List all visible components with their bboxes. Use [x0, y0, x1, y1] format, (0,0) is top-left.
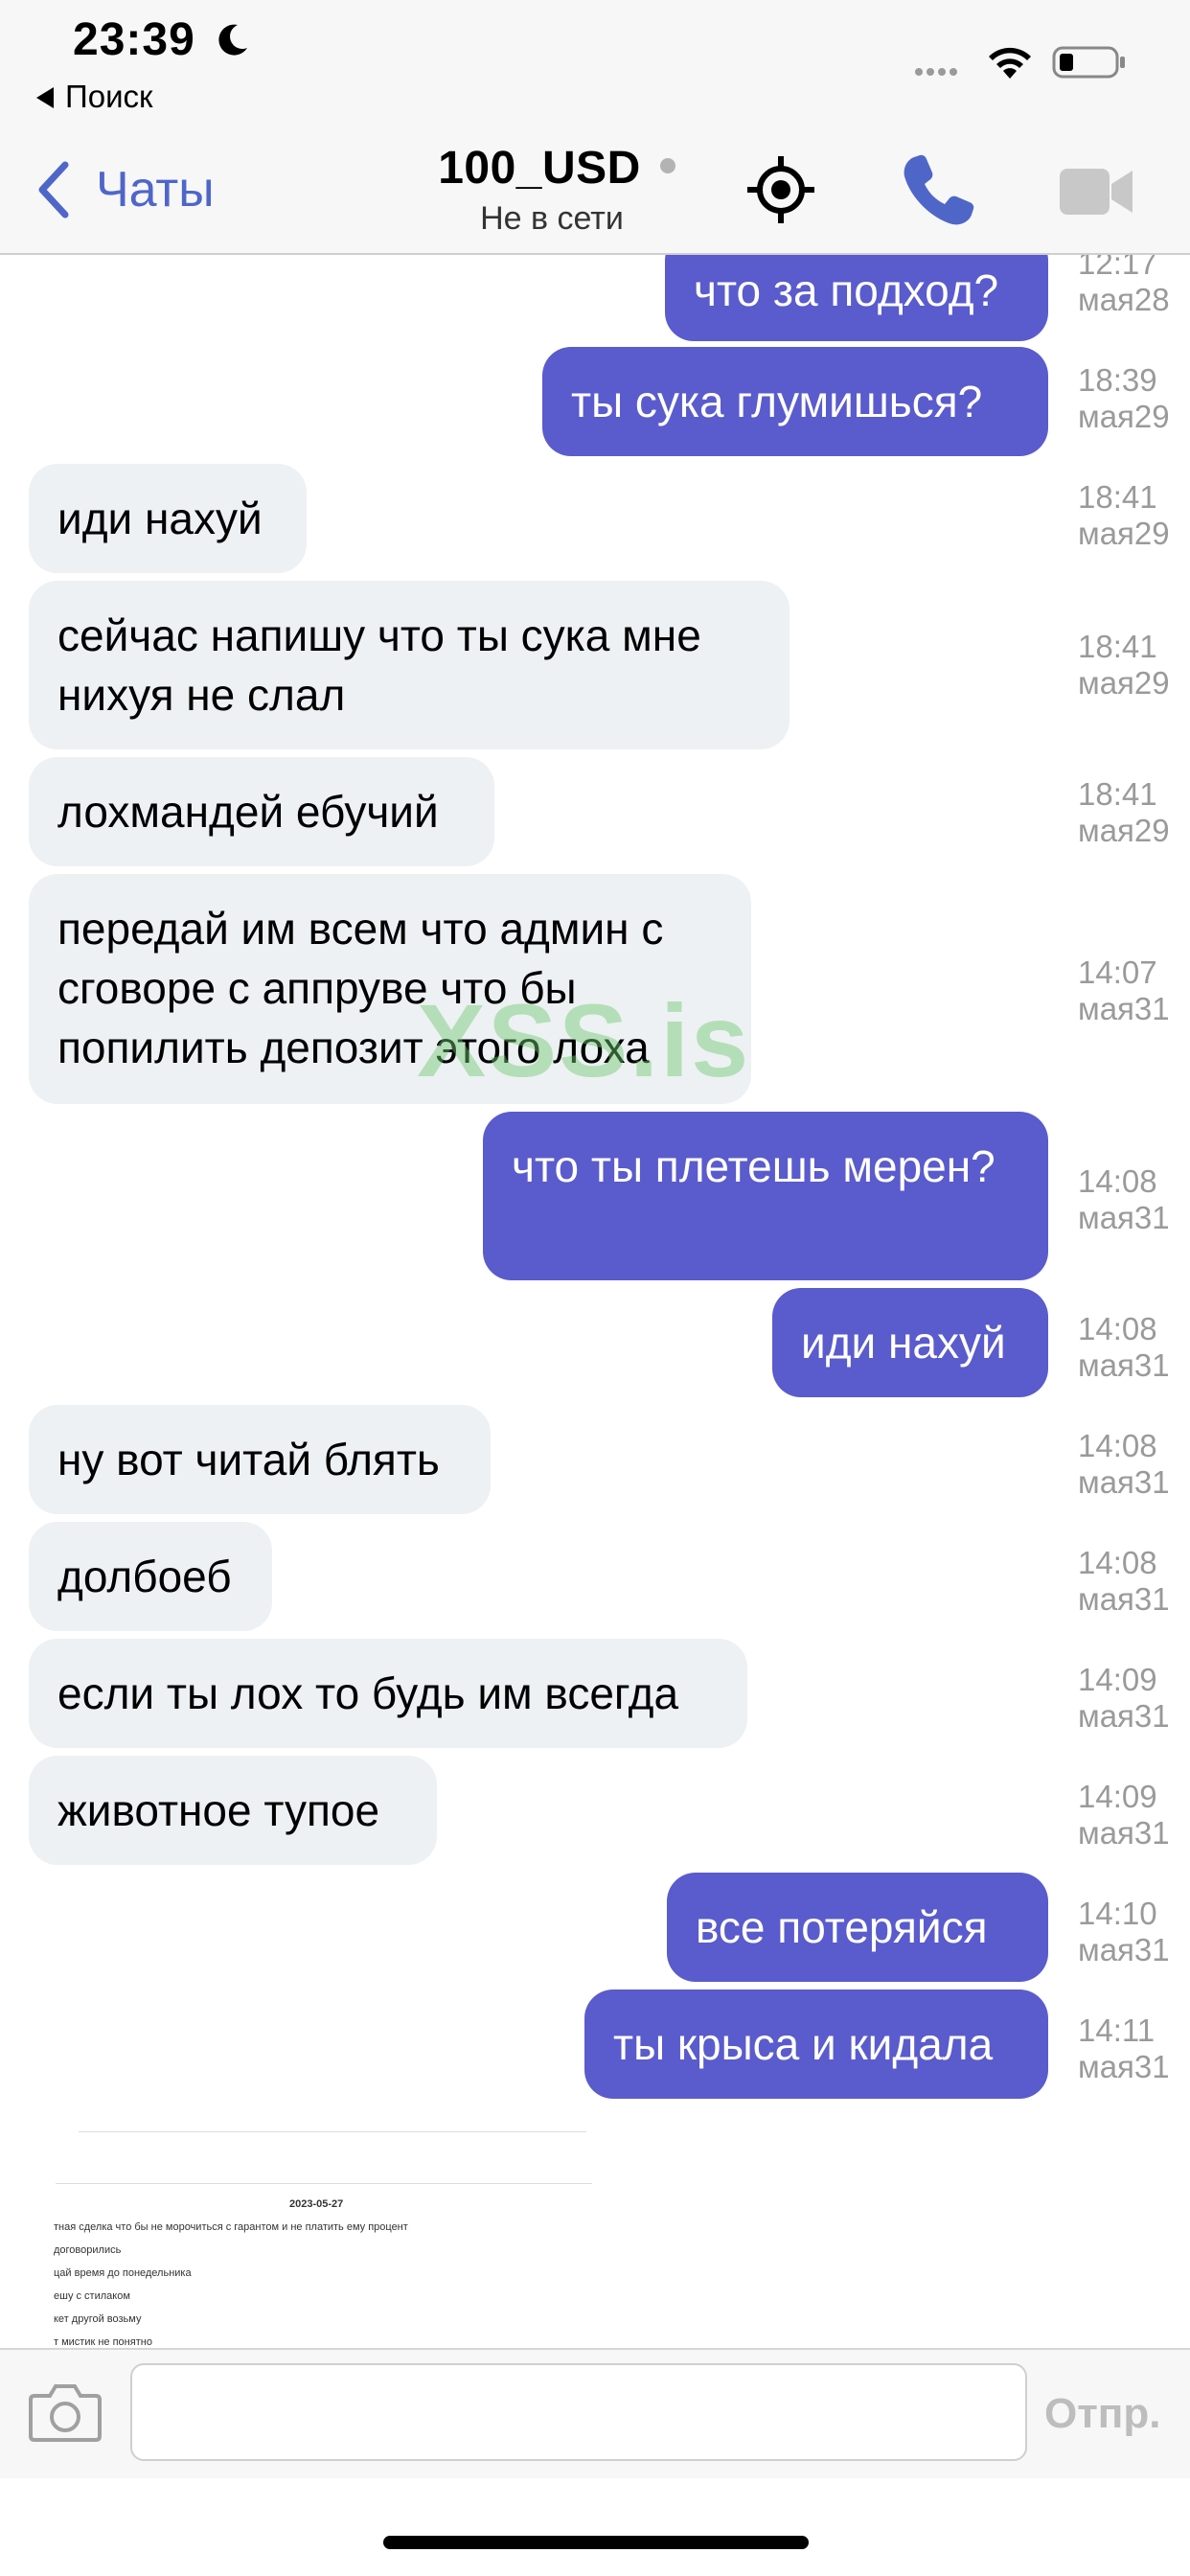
status-time: 23:39 — [73, 14, 195, 65]
message-text: ну вот читай блять — [57, 1435, 440, 1484]
message-timestamp: 14:09 мая31 — [1078, 1662, 1170, 1734]
watermark: XSS.is — [417, 982, 751, 1098]
wifi-icon — [989, 47, 1031, 79]
message-text: что ты плетешь мерен? — [512, 1141, 995, 1191]
document-line: цай время до понедельника — [54, 2267, 192, 2279]
message-text: ты сука глумишься? — [571, 377, 983, 426]
message-composer: Отпр. — [0, 2348, 1190, 2480]
back-to-search-link[interactable]: Поиск — [36, 79, 152, 115]
message-bubble-outgoing[interactable]: иди нахуй — [772, 1288, 1048, 1397]
camera-icon[interactable] — [29, 2380, 102, 2444]
message-timestamp: 18:41 мая29 — [1078, 629, 1170, 701]
signal-dots-icon — [915, 63, 961, 80]
message-bubble-incoming[interactable]: ну вот читай блять — [29, 1405, 491, 1514]
home-indicator[interactable] — [383, 2536, 809, 2549]
back-search-label: Поиск — [65, 79, 153, 114]
message-timestamp: 18:41 мая29 — [1078, 776, 1170, 848]
message-timestamp: 14:11 мая31 — [1078, 2012, 1170, 2084]
message-timestamp: 14:08 мая31 — [1078, 1163, 1170, 1235]
message-bubble-incoming[interactable]: долбоеб — [29, 1522, 272, 1631]
message-text: если ты лох то будь им всегда — [57, 1668, 679, 1718]
message-bubble-outgoing[interactable]: что ты плетешь мерен? — [483, 1112, 1048, 1280]
message-timestamp: 18:41 мая29 — [1078, 479, 1170, 551]
moon-icon — [218, 24, 247, 56]
contact-info[interactable]: 100_USD Не в сети — [0, 142, 1190, 238]
message-timestamp: 14:08 мая31 — [1078, 1545, 1170, 1617]
message-list[interactable]: что за подход? 12:17 мая28 ты сука глумиш… — [0, 255, 1190, 2348]
status-bar: 23:39 Поиск — [0, 0, 1190, 125]
message-bubble-incoming[interactable]: если ты лох то будь им всегда — [29, 1639, 747, 1748]
video-camera-icon[interactable] — [1058, 165, 1134, 218]
contact-name: 100_USD — [438, 143, 641, 194]
message-bubble-incoming[interactable]: лохмандей ебучий — [29, 757, 494, 866]
home-area — [0, 2478, 1190, 2576]
message-input[interactable] — [130, 2363, 1027, 2461]
document-line: т мистик не понятно — [54, 2336, 152, 2348]
message-bubble-outgoing[interactable]: ты сука глумишься? — [542, 347, 1048, 456]
message-text: все потеряйся — [696, 1902, 988, 1952]
message-timestamp: 14:10 мая31 — [1078, 1896, 1170, 1967]
message-timestamp: 14:08 мая31 — [1078, 1428, 1170, 1500]
message-text: иди нахуй — [801, 1318, 1006, 1368]
message-bubble-incoming[interactable]: животное тупое — [29, 1756, 437, 1865]
message-bubble-incoming[interactable]: иди нахуй — [29, 464, 307, 573]
document-line: договорились — [54, 2244, 122, 2256]
message-bubble-outgoing[interactable]: ты крыса и кидала — [584, 1990, 1048, 2099]
phone-icon[interactable] — [901, 153, 975, 228]
message-text: лохмандей ебучий — [57, 787, 439, 837]
document-image-preview[interactable]: 2023-05-27 тная сделка что бы не морочит… — [38, 2131, 594, 2348]
send-button[interactable]: Отпр. — [1044, 2390, 1160, 2438]
message-text: долбоеб — [57, 1552, 232, 1601]
message-timestamp: 18:39 мая29 — [1078, 362, 1170, 434]
document-line: ешу с стилаком — [54, 2290, 130, 2302]
message-text: иди нахуй — [57, 494, 263, 543]
message-text: что за подход? — [694, 265, 999, 315]
location-target-icon[interactable] — [747, 156, 814, 223]
message-text: сейчас напишу что ты сука мне нихуя не с… — [57, 610, 701, 720]
message-text: животное тупое — [57, 1785, 380, 1835]
message-timestamp: 12:17 мая28 — [1078, 255, 1170, 317]
document-line: тная сделка что бы не морочиться с гаран… — [54, 2221, 408, 2233]
message-bubble-outgoing[interactable]: все потеряйся — [667, 1873, 1048, 1982]
battery-icon — [1052, 46, 1125, 79]
document-line: кет другой возьму — [54, 2313, 142, 2325]
message-text: ты крыса и кидала — [613, 2019, 994, 2069]
message-bubble-outgoing[interactable]: что за подход? — [665, 255, 1048, 341]
back-triangle-icon — [36, 87, 54, 108]
message-timestamp: 14:07 мая31 — [1078, 954, 1170, 1026]
message-bubble-incoming[interactable]: сейчас напишу что ты сука мне нихуя не с… — [29, 581, 790, 749]
message-timestamp: 14:09 мая31 — [1078, 1779, 1170, 1851]
chat-header: Чаты 100_USD Не в сети — [0, 125, 1190, 255]
contact-status: Не в сети — [480, 200, 624, 237]
document-date: 2023-05-27 — [289, 2198, 344, 2210]
message-timestamp: 14:08 мая31 — [1078, 1311, 1170, 1383]
offline-status-dot — [659, 158, 675, 173]
